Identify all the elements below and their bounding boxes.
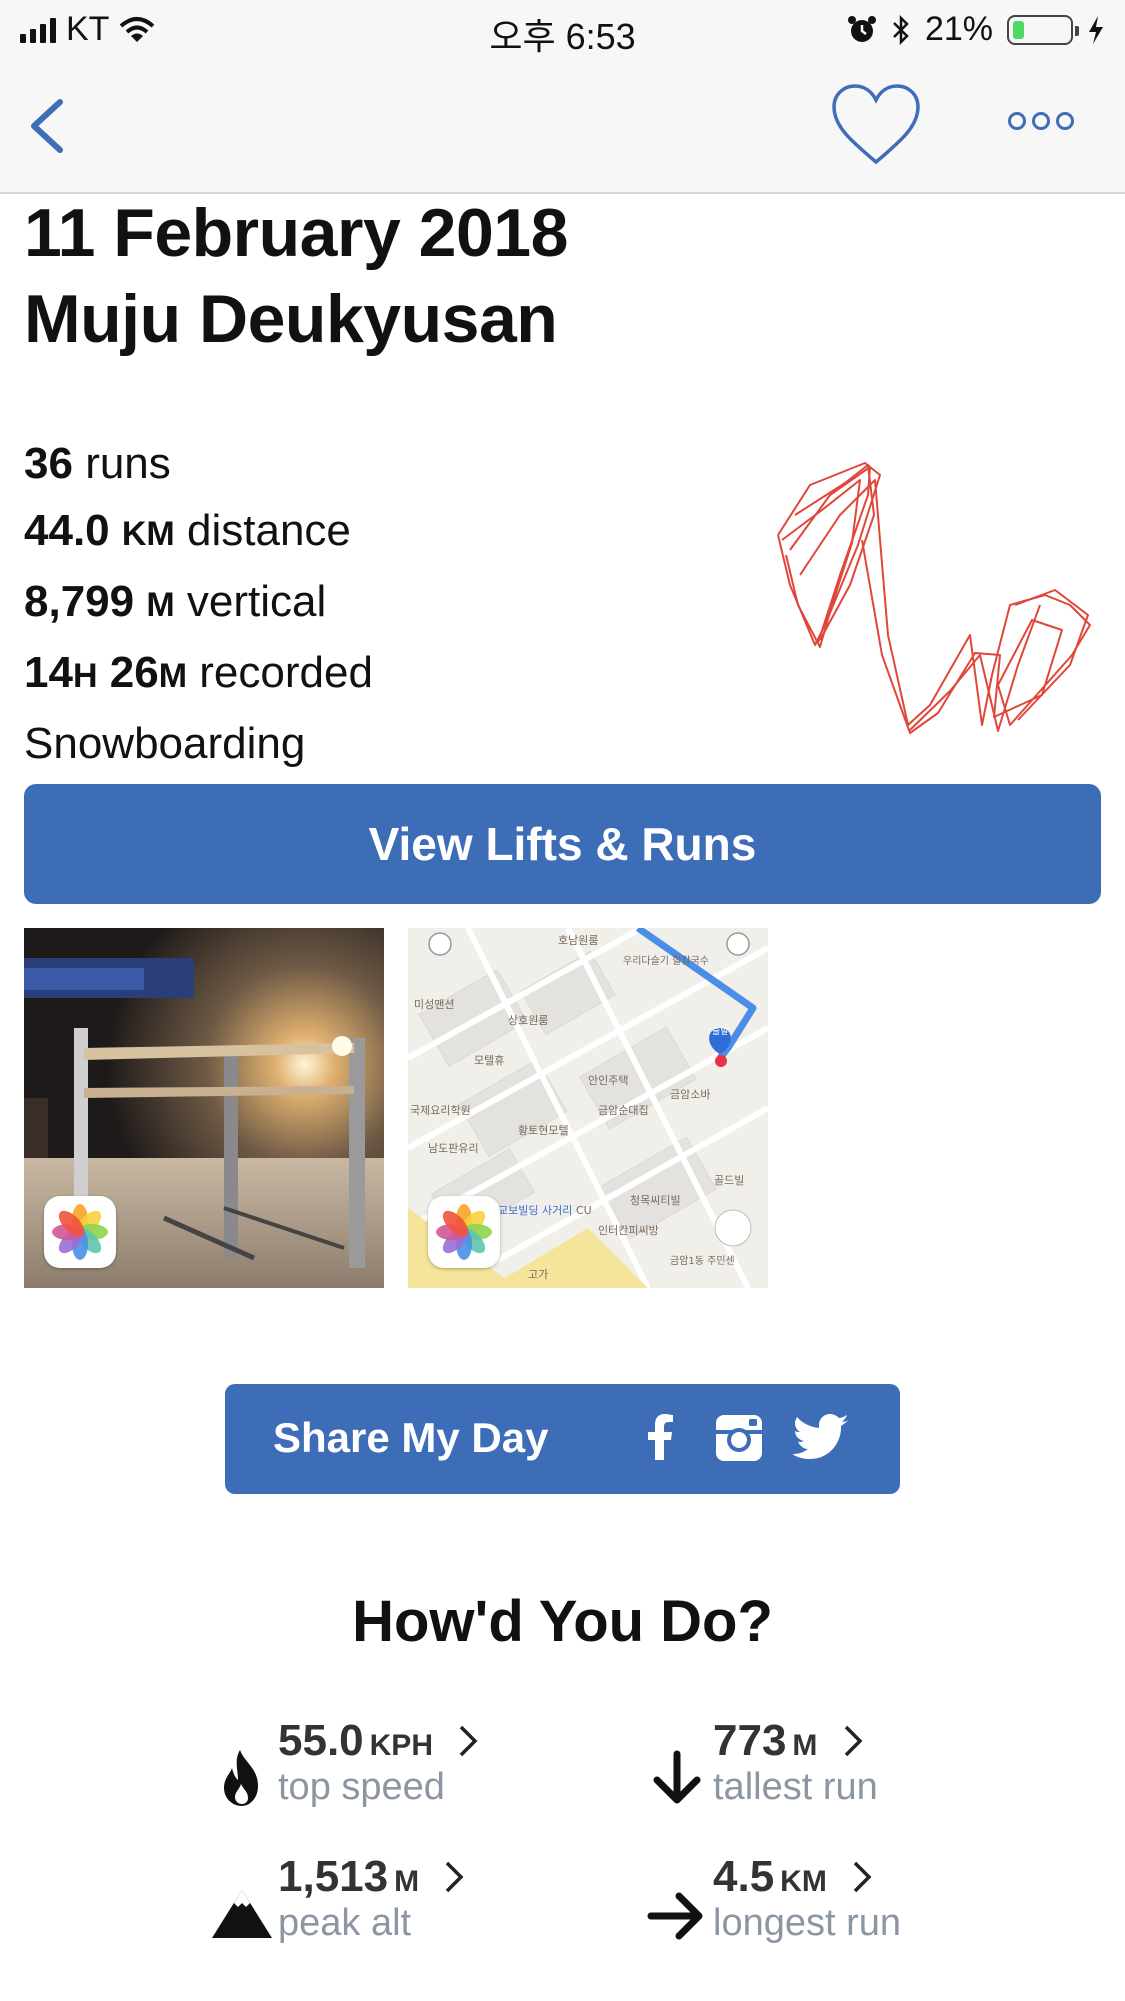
map-label: 골드빌 [714,1174,744,1187]
photos-app-icon [44,1196,116,1268]
longest-run-metric[interactable]: 4.5 KM longest run [645,1852,1065,1962]
share-label: Share My Day [273,1414,549,1461]
map-label: 국제요리학원 [410,1104,471,1117]
map-label: 황토현모텔 [518,1124,569,1137]
recorded-label: recorded [199,648,373,697]
metric-value-row: 55.0 KPH [278,1716,481,1766]
map-label: 금암1동 주민센 [670,1255,735,1267]
metric-value: 55.0 [278,1716,364,1765]
battery-icon [1007,14,1079,45]
distance-stat: 44.0 KM distance [24,497,373,568]
peak-alt-metric[interactable]: 1,513 M peak alt [210,1852,630,1962]
section-heading: How'd You Do? [352,1589,773,1654]
map-label: 출발 [712,1026,729,1037]
metric-label: top speed [278,1766,445,1808]
page-title: 11 February 2018 Muju Deukyusan [24,190,568,362]
bluetooth-icon [893,14,909,45]
more-dots-icon[interactable] [1008,112,1074,130]
runs-stat: 36 runs [24,430,373,497]
metric-value: 4.5 [713,1852,775,1901]
vertical-label: vertical [186,577,327,626]
chevron-right-icon [446,1861,464,1893]
minutes-unit: M [158,657,188,695]
tallest-run-metric[interactable]: 773 M tallest run [645,1716,1065,1826]
mountain-icon [212,1890,272,1938]
map-label: 모텔휴 [474,1054,504,1067]
sport-type: Snowboarding [24,719,306,768]
arrow-right-icon [647,1892,703,1940]
metric-label: tallest run [713,1766,878,1808]
recorded-stat: 14H 26M recorded [24,639,373,710]
twitter-icon[interactable] [793,1410,853,1466]
hours-unit: H [72,657,98,695]
battery-percent: 21% [924,10,993,48]
metric-unit: KM [780,1865,827,1898]
navigation-bar [0,60,1125,194]
chevron-right-icon [844,1725,863,1757]
resort-name: Muju Deukyusan [24,281,558,357]
metric-unit: M [394,1865,420,1898]
map-label: 미성맨션 [414,998,454,1011]
instagram-icon[interactable] [711,1410,767,1466]
vertical-stat: 8,799 M vertical [24,568,373,639]
runs-label: runs [85,439,171,488]
hours-value: 14 [24,648,73,697]
status-bar-right: 21% [847,10,1105,49]
map-label: 고가 [528,1268,548,1281]
metric-value-row: 773 M [713,1716,866,1766]
gps-track-map[interactable] [770,455,1110,745]
photo-thumbnail[interactable] [24,928,384,1288]
map-label: 우리다슬기 할칼국수 [623,954,709,967]
vertical-unit: M [146,586,175,624]
metric-unit: KPH [369,1729,433,1762]
metric-value: 773 [713,1716,787,1765]
battery-fill [1013,20,1024,39]
map-label: 청목씨티빌 [630,1194,681,1207]
view-lifts-runs-button[interactable]: View Lifts & Runs [24,784,1101,904]
distance-unit: KM [121,515,175,553]
alarm-icon [847,15,876,42]
status-bar: KT 오후 6:53 21% [0,0,1125,60]
metric-label: longest run [713,1902,902,1944]
map-label: 상호원룸 [508,1014,548,1027]
metric-value-row: 1,513 M [278,1852,467,1902]
minutes-value: 26 [109,648,159,697]
vertical-value: 8,799 [24,577,135,626]
runs-value: 36 [24,439,73,488]
map-label: CU [576,1204,592,1217]
distance-value: 44.0 [24,506,110,555]
map-label: 인터칸피씨방 [598,1224,659,1237]
map-label: 교보빌딩 사거리 [498,1204,572,1217]
distance-label: distance [187,506,351,555]
map-label: 금암소바 [670,1088,710,1101]
map-label: 남도판유리 [428,1142,479,1155]
share-my-day-button[interactable]: Share My Day [225,1384,900,1494]
charging-icon [1089,15,1103,44]
metric-value: 1,513 [278,1852,389,1901]
chevron-right-icon [459,1725,478,1757]
chevron-left-icon[interactable] [20,96,80,156]
facebook-icon[interactable] [633,1410,689,1466]
metric-value-row: 4.5 KM [713,1852,875,1902]
flame-icon [224,1750,258,1806]
map-label: 호남원룸 [558,934,598,947]
map-label: 금암순대집 [598,1104,649,1117]
top-speed-metric[interactable]: 55.0 KPH top speed [210,1716,630,1826]
day-date: 11 February 2018 [24,195,568,271]
photos-app-icon [428,1196,500,1268]
map-label: 안인주택 [588,1074,628,1087]
arrow-down-icon [653,1750,701,1804]
heart-icon[interactable] [830,82,922,168]
day-stats: 36 runs 44.0 KM distance 8,799 M vertica… [24,430,373,777]
metric-unit: M [792,1729,818,1762]
chevron-right-icon [853,1861,872,1893]
metric-label: peak alt [278,1902,412,1944]
map-thumbnail[interactable]: 호남원룸 우리다슬기 할칼국수 미성맨션 상호원룸 모텔휴 안인주택 금암소바 … [408,928,768,1288]
